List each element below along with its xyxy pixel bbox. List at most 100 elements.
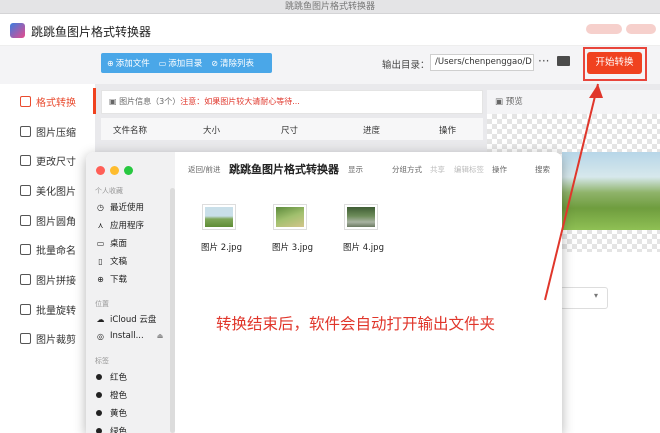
edit-tags-button[interactable]: 编辑标签 bbox=[454, 164, 484, 175]
tag-green[interactable]: 绿色 bbox=[96, 425, 127, 433]
tag-yellow[interactable]: 黄色 bbox=[96, 407, 127, 419]
col-dimension: 尺寸 bbox=[281, 126, 299, 136]
crop-icon bbox=[20, 333, 31, 344]
more-options-button[interactable]: ··· bbox=[538, 54, 549, 68]
sidebar-item-install[interactable]: ◎ Install... ⏏ bbox=[96, 331, 163, 341]
finder-item-label: 应用程序 bbox=[110, 221, 145, 231]
sidebar-item-desktop[interactable]: ▭ 桌面 bbox=[96, 237, 128, 250]
sidebar-item-applications[interactable]: ⋏ 应用程序 bbox=[96, 219, 145, 232]
open-folder-icon[interactable] bbox=[557, 56, 570, 66]
tag-label: 红色 bbox=[110, 373, 128, 383]
image-icon: ▣ bbox=[109, 97, 120, 106]
back-forward-button[interactable]: 返回/前进 bbox=[188, 164, 221, 175]
sidebar-item-stitch[interactable]: 图片拼接 bbox=[20, 272, 76, 287]
close-window-button[interactable] bbox=[96, 166, 105, 175]
sidebar-item-label: 图片圆角 bbox=[36, 217, 76, 228]
file-name[interactable]: 图片 3.jpg bbox=[272, 241, 313, 253]
sidebar-item-resize[interactable]: 更改尺寸 bbox=[20, 153, 76, 168]
stitch-icon bbox=[20, 274, 31, 285]
sidebar-item-rotate[interactable]: 批量旋转 bbox=[20, 302, 76, 317]
active-indicator bbox=[93, 88, 96, 114]
preview-title: 预览 bbox=[505, 97, 523, 107]
preview-image bbox=[562, 152, 660, 230]
favorites-section-label: 个人收藏 bbox=[95, 187, 123, 195]
sidebar-item-crop[interactable]: 图片裁剪 bbox=[20, 331, 76, 346]
finder-item-label: 下载 bbox=[110, 275, 128, 285]
desktop-icon: ▭ bbox=[96, 238, 105, 248]
sidebar-item-batch-rename[interactable]: 批量命名 bbox=[20, 242, 76, 257]
tag-dot-icon bbox=[96, 374, 102, 380]
sidebar-item-recents[interactable]: ◷ 最近使用 bbox=[96, 201, 145, 214]
file-thumbnail[interactable] bbox=[202, 204, 236, 230]
col-action: 操作 bbox=[439, 126, 457, 136]
header-badge-icon[interactable] bbox=[586, 24, 622, 34]
col-filename: 文件名称 bbox=[113, 126, 148, 136]
format-select[interactable] bbox=[560, 287, 608, 309]
sidebar-item-label: 美化图片 bbox=[36, 187, 76, 198]
sidebar-item-round-corner[interactable]: 图片圆角 bbox=[20, 213, 76, 228]
sidebar-item-label: 图片裁剪 bbox=[36, 335, 76, 346]
image-info-warning: 注意：如果图片较大请耐心等待... bbox=[180, 97, 300, 106]
sidebar-item-documents[interactable]: ▯ 文稿 bbox=[96, 255, 128, 268]
col-size: 大小 bbox=[203, 126, 221, 136]
eject-icon[interactable]: ⏏ bbox=[157, 332, 164, 340]
add-folder-button[interactable]: ▭ 添加目录 bbox=[158, 57, 203, 70]
zoom-window-button[interactable] bbox=[124, 166, 133, 175]
finder-item-label: 最近使用 bbox=[110, 203, 145, 213]
finder-title: 跳跳鱼图片格式转换器 bbox=[229, 163, 339, 176]
add-file-label: 添加文件 bbox=[115, 59, 150, 69]
file-thumbnail[interactable] bbox=[273, 204, 307, 230]
clear-list-button[interactable]: ⊘ 清除列表 bbox=[211, 57, 255, 70]
finder-sidebar-scrollbar[interactable] bbox=[170, 188, 175, 433]
add-file-button[interactable]: ⊕ 添加文件 bbox=[107, 57, 150, 70]
view-button[interactable]: 显示 bbox=[348, 164, 363, 175]
output-dir-field[interactable]: /Users/chenpenggao/D bbox=[430, 54, 534, 71]
image-info-bar: ▣ 图片信息（3个）注意：如果图片较大请耐心等待... bbox=[101, 90, 483, 114]
action-button[interactable]: 操作 bbox=[492, 164, 507, 175]
folder-icon: ▭ bbox=[158, 58, 167, 68]
sidebar-item-beautify[interactable]: 美化图片 bbox=[20, 183, 76, 198]
finder-item-label: iCloud 云盘 bbox=[110, 315, 157, 325]
finder-item-label: Install... bbox=[110, 331, 144, 341]
finder-item-label: 桌面 bbox=[110, 239, 128, 249]
sidebar-item-icloud[interactable]: ☁ iCloud 云盘 bbox=[96, 313, 157, 326]
file-name[interactable]: 图片 4.jpg bbox=[343, 241, 384, 253]
sidebar-item-label: 格式转换 bbox=[36, 98, 76, 109]
tag-label: 绿色 bbox=[110, 427, 128, 433]
sidebar-item-format-convert[interactable]: 格式转换 bbox=[20, 94, 76, 109]
sidebar-item-downloads[interactable]: ⊕ 下载 bbox=[96, 273, 128, 286]
header-badge-icon[interactable] bbox=[626, 24, 656, 34]
rename-icon bbox=[20, 244, 31, 255]
group-button[interactable]: 分组方式 bbox=[392, 164, 422, 175]
clear-list-label: 清除列表 bbox=[220, 59, 255, 69]
app-title: 跳跳鱼图片格式转换器 bbox=[31, 25, 152, 39]
sidebar-item-compress[interactable]: 图片压缩 bbox=[20, 124, 76, 139]
round-corner-icon bbox=[20, 215, 31, 226]
preview-icon: ▣ bbox=[495, 97, 506, 107]
app-header: 跳跳鱼图片格式转换器 bbox=[0, 14, 660, 46]
toolbar: ⊕ 添加文件 ▭ 添加目录 ⊘ 清除列表 输出目录： /Users/chenpengg… bbox=[0, 46, 660, 84]
file-name[interactable]: 图片 2.jpg bbox=[201, 241, 242, 253]
sidebar-item-label: 批量旋转 bbox=[36, 306, 76, 317]
window-titlebar: 跳跳鱼图片格式转换器 bbox=[0, 0, 660, 14]
finder-window: 个人收藏 ◷ 最近使用 ⋏ 应用程序 ▭ 桌面 ▯ 文稿 ⊕ 下载 位置 ☁ iCloud … bbox=[86, 152, 562, 433]
search-button[interactable]: 搜索 bbox=[535, 164, 550, 175]
sidebar-item-label: 图片压缩 bbox=[36, 128, 76, 139]
tag-red[interactable]: 红色 bbox=[96, 371, 127, 383]
minimize-window-button[interactable] bbox=[110, 166, 119, 175]
locations-section-label: 位置 bbox=[95, 300, 109, 308]
tag-label: 橙色 bbox=[110, 391, 128, 401]
rotate-icon bbox=[20, 304, 31, 315]
cloud-icon: ☁ bbox=[96, 314, 105, 324]
share-button[interactable]: 共享 bbox=[430, 164, 445, 175]
finder-item-label: 文稿 bbox=[110, 257, 128, 267]
compress-icon bbox=[20, 126, 31, 137]
resize-icon bbox=[20, 155, 31, 166]
annotation-text: 转换结束后，软件会自动打开输出文件夹 bbox=[216, 315, 496, 333]
download-icon: ⊕ bbox=[97, 274, 104, 284]
tag-dot-icon bbox=[96, 410, 102, 416]
tag-orange[interactable]: 橙色 bbox=[96, 389, 127, 401]
file-thumbnail[interactable] bbox=[344, 204, 378, 230]
tag-label: 黄色 bbox=[110, 409, 128, 419]
sidebar-item-label: 更改尺寸 bbox=[36, 157, 76, 168]
